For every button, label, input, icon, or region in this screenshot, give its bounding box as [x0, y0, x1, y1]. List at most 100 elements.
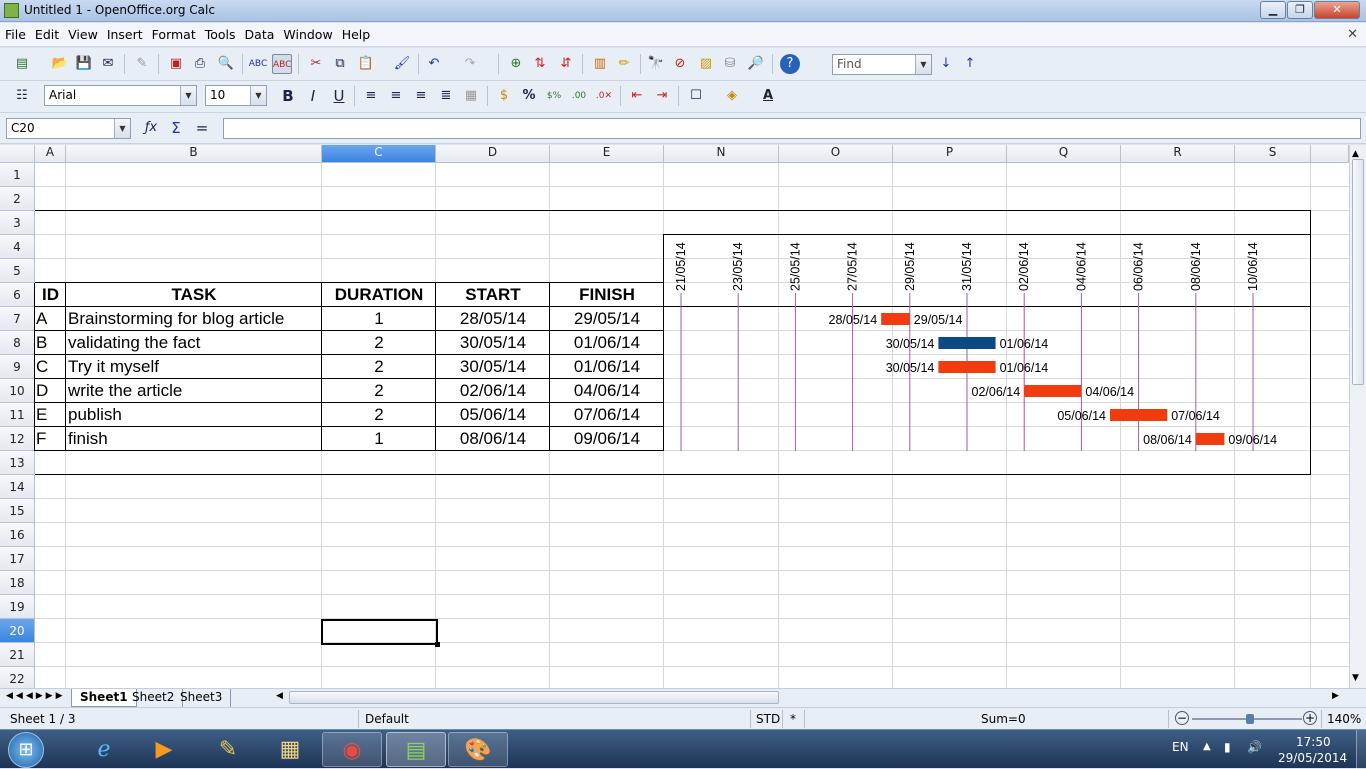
- paste-icon[interactable]: 📋: [356, 54, 376, 74]
- calc-app-icon[interactable]: [4, 3, 19, 18]
- name-box[interactable]: C20: [6, 118, 131, 139]
- styles-icon[interactable]: ☷: [12, 86, 32, 106]
- tab-nav-icon[interactable]: ◀◀◀▶▶▶: [6, 691, 66, 701]
- align-left-icon[interactable]: ≡: [361, 86, 381, 106]
- find-dropdown-icon[interactable]: ▼: [915, 55, 931, 74]
- font-name-field[interactable]: Arial: [44, 85, 197, 106]
- new-document-icon[interactable]: ▤: [12, 54, 32, 74]
- autospellcheck-icon[interactable]: ABC: [272, 54, 292, 74]
- zoom-level[interactable]: 140%: [1327, 712, 1361, 726]
- close-button[interactable]: ✕: [1314, 1, 1360, 19]
- chart-icon[interactable]: ▥: [590, 54, 610, 74]
- font-color-icon[interactable]: A: [758, 86, 778, 106]
- show-hidden-icons-icon[interactable]: ▲: [1203, 741, 1211, 752]
- vertical-scroll-thumb[interactable]: [1352, 159, 1364, 385]
- percent-button[interactable]: %: [519, 86, 539, 106]
- edit-file-icon[interactable]: ✎: [132, 54, 152, 74]
- data-sources-icon[interactable]: ⛁: [720, 54, 740, 74]
- selection-mode[interactable]: STD: [756, 712, 780, 726]
- sum-icon[interactable]: Σ: [166, 118, 186, 138]
- clone-formatting-icon[interactable]: 🖌: [392, 54, 412, 74]
- network-icon[interactable]: ▮: [1224, 740, 1231, 754]
- menu-format[interactable]: Format: [147, 23, 200, 42]
- close-document-icon[interactable]: ✕: [1347, 27, 1358, 42]
- paint-taskbar-icon[interactable]: 🎨: [448, 732, 508, 767]
- zoom-slider-handle[interactable]: [1246, 714, 1254, 724]
- find-next-icon[interactable]: ↓: [936, 54, 956, 74]
- volume-icon[interactable]: 🔊: [1247, 740, 1262, 754]
- sort-ascending-icon[interactable]: ⇅: [530, 54, 550, 74]
- menu-insert[interactable]: Insert: [102, 23, 147, 42]
- redo-icon[interactable]: ↷: [460, 54, 480, 74]
- zoom-out-icon[interactable]: −: [1175, 711, 1189, 725]
- fill-handle[interactable]: [435, 642, 440, 647]
- underline-button[interactable]: U: [329, 86, 349, 106]
- file-explorer-icon[interactable]: ▦: [260, 732, 320, 767]
- hyperlink-icon[interactable]: ⊕: [506, 54, 526, 74]
- tab-sheet3[interactable]: Sheet3: [172, 689, 232, 707]
- open-icon[interactable]: 📂: [50, 54, 70, 74]
- gantt-bar[interactable]: [881, 313, 910, 325]
- show-draw-functions-icon[interactable]: ✏: [614, 54, 634, 74]
- copy-icon[interactable]: ⧉: [330, 54, 350, 74]
- help-icon[interactable]: ?: [780, 54, 800, 74]
- align-right-icon[interactable]: ≡: [411, 86, 431, 106]
- gantt-bar[interactable]: [938, 361, 996, 373]
- export-pdf-icon[interactable]: ▣: [166, 54, 186, 74]
- zoom-icon[interactable]: 🔎: [746, 54, 766, 74]
- menu-tools[interactable]: Tools: [200, 23, 240, 42]
- start-button-icon[interactable]: ⊞: [8, 732, 44, 768]
- chrome-icon[interactable]: ◉: [322, 732, 382, 767]
- media-player-icon[interactable]: ▶: [134, 732, 194, 767]
- formula-input[interactable]: [223, 118, 1361, 139]
- gantt-bar[interactable]: [1024, 385, 1082, 397]
- save-icon[interactable]: 💾: [74, 54, 94, 74]
- gallery-icon[interactable]: ▨: [696, 54, 716, 74]
- vertical-scrollbar[interactable]: ▲ ▼: [1349, 145, 1366, 688]
- italic-button[interactable]: I: [303, 86, 323, 106]
- gantt-bar[interactable]: [938, 337, 996, 349]
- borders-icon[interactable]: ☐: [686, 86, 706, 106]
- increase-indent-icon[interactable]: ⇥: [652, 86, 672, 106]
- email-icon[interactable]: ✉: [98, 54, 118, 74]
- zoom-in-icon[interactable]: +: [1303, 711, 1317, 725]
- menu-edit[interactable]: Edit: [30, 23, 63, 42]
- navigator-icon[interactable]: ⊘: [670, 54, 690, 74]
- hscroll-right-icon[interactable]: ▶: [1332, 691, 1339, 701]
- background-color-icon[interactable]: ◈: [722, 86, 742, 106]
- horizontal-scroll-thumb[interactable]: [289, 691, 779, 704]
- bold-button[interactable]: B: [278, 86, 298, 106]
- maximize-button[interactable]: ❐: [1287, 1, 1313, 19]
- font-size-dropdown-icon[interactable]: ▼: [250, 86, 266, 105]
- undo-icon[interactable]: ↶: [424, 54, 444, 74]
- cut-icon[interactable]: ✂: [306, 54, 326, 74]
- delete-decimal-icon[interactable]: .0✕: [594, 86, 614, 106]
- add-decimal-icon[interactable]: .00: [569, 86, 589, 106]
- find-previous-icon[interactable]: ↑: [960, 54, 980, 74]
- menu-view[interactable]: View: [63, 23, 102, 42]
- find-replace-icon[interactable]: 🔭: [646, 54, 666, 74]
- menu-window[interactable]: Window: [278, 23, 336, 42]
- language-indicator[interactable]: EN: [1172, 740, 1189, 754]
- scroll-down-icon[interactable]: ▼: [1352, 673, 1359, 683]
- page-style[interactable]: Default: [365, 712, 409, 726]
- page-preview-icon[interactable]: 🔍: [216, 54, 236, 74]
- internet-explorer-icon[interactable]: ℯ: [74, 732, 134, 767]
- gantt-bar[interactable]: [1195, 433, 1225, 445]
- minimize-button[interactable]: ▁: [1260, 1, 1286, 19]
- decrease-indent-icon[interactable]: ⇤: [627, 86, 647, 106]
- hscroll-left-icon[interactable]: ◀: [276, 691, 283, 701]
- standard-format-icon[interactable]: $%: [544, 86, 564, 106]
- paint-app-icon[interactable]: ✎: [198, 732, 258, 767]
- function-button[interactable]: =: [192, 118, 212, 138]
- font-name-dropdown-icon[interactable]: ▼: [180, 86, 196, 105]
- calc-taskbar-icon[interactable]: ▤: [386, 732, 446, 767]
- show-desktop-button[interactable]: [1356, 730, 1366, 769]
- menu-help[interactable]: Help: [337, 23, 375, 42]
- menu-file[interactable]: File: [0, 23, 30, 42]
- gantt-bar[interactable]: [1110, 409, 1168, 421]
- sort-descending-icon[interactable]: ⇵: [556, 54, 576, 74]
- clock-time[interactable]: 17:50: [1296, 735, 1331, 749]
- spellcheck-icon[interactable]: ABC: [248, 54, 268, 74]
- merge-cells-icon[interactable]: ▦: [461, 86, 481, 106]
